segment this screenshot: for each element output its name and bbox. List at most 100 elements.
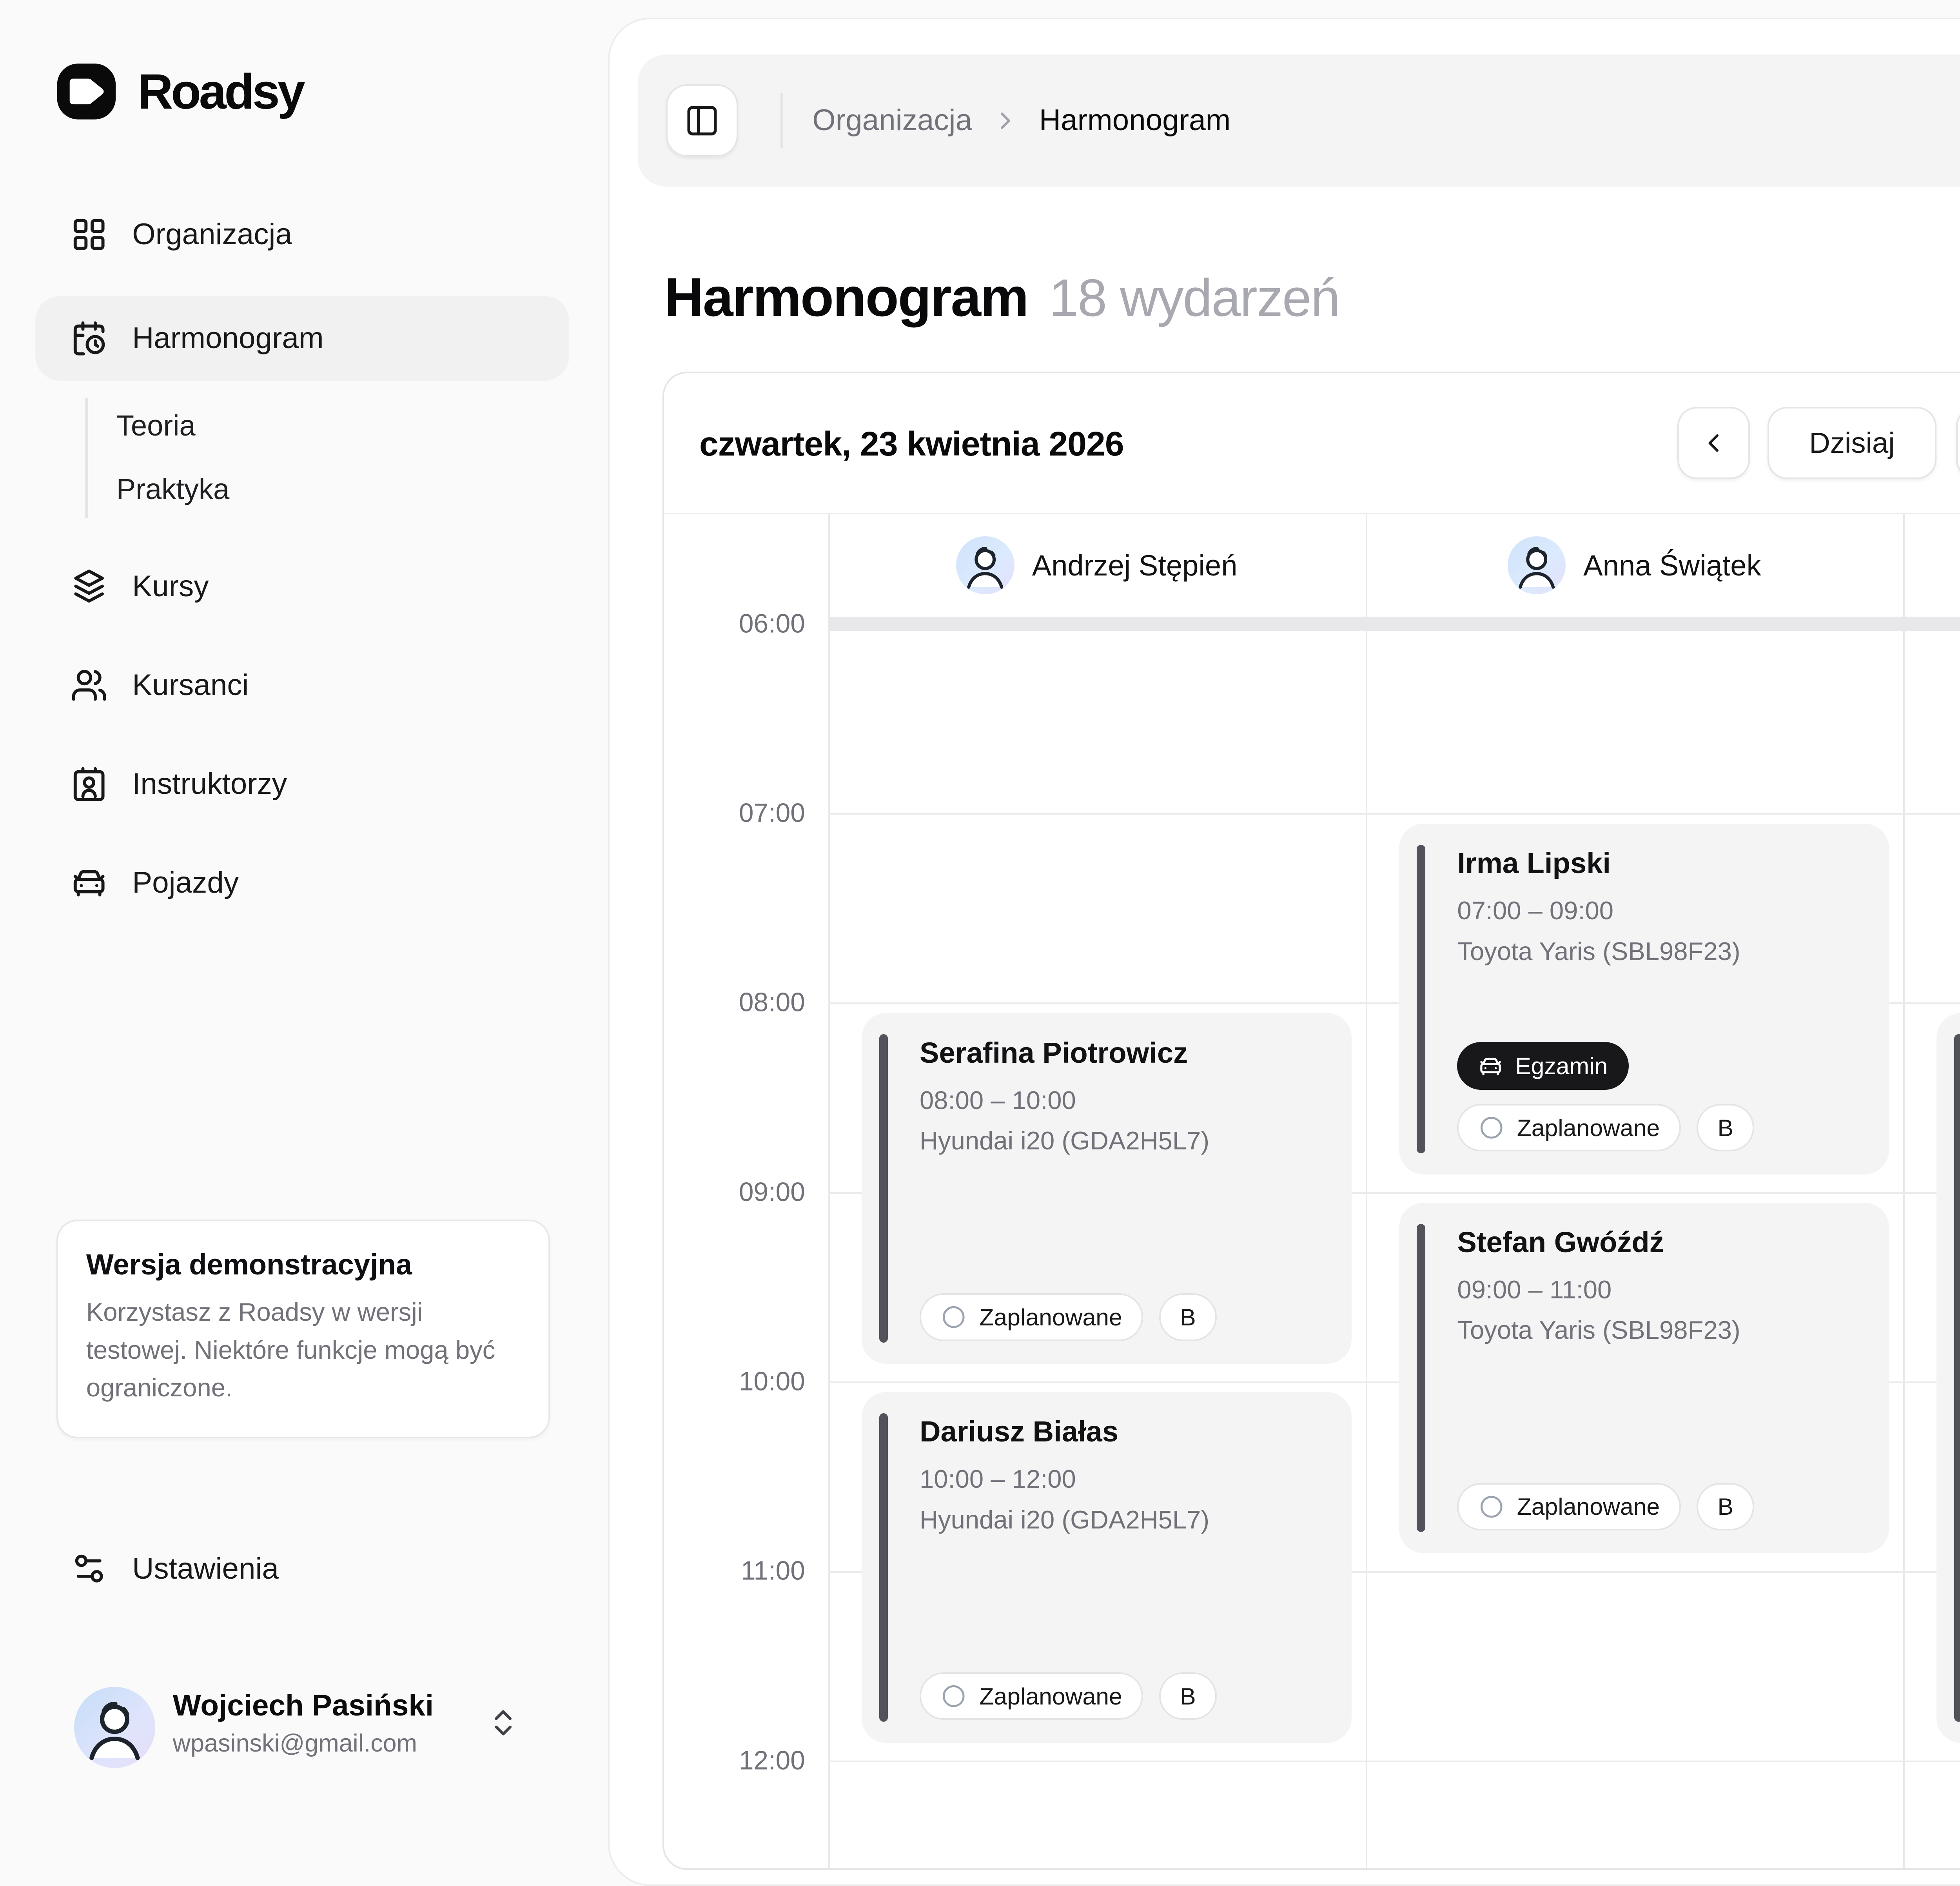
sidebar-item-harmonogram[interactable]: Harmonogram: [35, 296, 569, 381]
topbar-divider: [780, 93, 783, 148]
today-button[interactable]: Dzisiaj: [1768, 407, 1937, 479]
exam-badge: Egzamin: [1457, 1042, 1628, 1089]
panel-left-icon: [684, 103, 720, 138]
instructor-avatar: [1508, 536, 1566, 594]
user-menu[interactable]: Wojciech Pasiński wpasinski@gmail.com: [53, 1683, 573, 1782]
main-content: Organizacja Harmonogram Harmonogram 18 w…: [608, 18, 1960, 1886]
calendar-clock-icon: [71, 320, 107, 357]
event-count: 18 wydarzeń: [1049, 267, 1339, 328]
status-badge: Zaplanowane: [1457, 1104, 1681, 1151]
sidebar-subnav: TeoriaPraktyka: [85, 395, 569, 521]
event-student-name: Serafina Piotrowicz: [920, 1036, 1188, 1069]
sidebar-nav: Organizacja Harmonogram TeoriaPraktyka Kurs…: [35, 198, 569, 944]
sidebar-item-settings[interactable]: Ustawienia: [35, 1532, 569, 1606]
sidebar-item-label: Kursy: [132, 569, 209, 604]
event-time-range: 08:00 – 10:00: [920, 1085, 1076, 1115]
sidebar-item-kursy[interactable]: Kursy: [35, 550, 569, 624]
event-vehicle: Hyundai i20 (GDA2H5L7): [920, 1126, 1209, 1155]
event-vehicle: Hyundai i20 (GDA2H5L7): [920, 1505, 1209, 1534]
circle-icon: [940, 1304, 967, 1330]
demo-notice-title: Wersja demonstracyjna: [86, 1248, 520, 1281]
event-color-bar: [1417, 1224, 1425, 1532]
hour-label: 06:00: [664, 608, 805, 639]
hour-label: 11:00: [664, 1556, 805, 1586]
category-badge: B: [1697, 1483, 1754, 1530]
hour-label: 08:00: [664, 987, 805, 1018]
sidebar: Roadsy Organizacja Harmonogram TeoriaPrakt…: [0, 0, 608, 1822]
roadsy-logo-icon: [53, 58, 120, 125]
grid-icon: [71, 216, 107, 253]
sliders-icon: [71, 1550, 107, 1587]
event-color-bar: [1417, 845, 1425, 1153]
sidebar-item-label: Kursanci: [132, 668, 249, 702]
breadcrumb-organizacja[interactable]: Organizacja: [812, 103, 972, 138]
day-view: czwartek, 23 kwietnia 2026 Dzisiaj 06:00…: [662, 372, 1960, 1870]
event-color-bar: [879, 1034, 888, 1343]
app: Roadsy Organizacja Harmonogram TeoriaPrakt…: [0, 0, 1960, 1822]
page-header: Harmonogram 18 wydarzeń: [664, 266, 1339, 329]
hour-label: 10:00: [664, 1367, 805, 1397]
topbar: Organizacja Harmonogram: [638, 54, 1960, 187]
event-card[interactable]: Irma Lipski07:00 – 09:00Toyota Yaris (SB…: [1399, 824, 1889, 1174]
sidebar-item-label: Instruktorzy: [132, 767, 287, 801]
status-badge: Zaplanowane: [920, 1672, 1143, 1720]
id-card-icon: [71, 766, 107, 802]
brand-logo[interactable]: Roadsy: [53, 58, 303, 125]
circle-icon: [1478, 1115, 1504, 1141]
event-vehicle: Toyota Yaris (SBL98F23): [1457, 1315, 1740, 1345]
grid-header-band: [828, 617, 1960, 631]
event-badge-row: Zaplanowane B: [920, 1672, 1217, 1720]
event-badge-row: ZaplanowaneB: [1457, 1483, 1754, 1530]
event-time-range: 09:00 – 11:00: [1457, 1275, 1612, 1304]
event-time-range: 07:00 – 09:00: [1457, 896, 1613, 925]
event-time-range: 10:00 – 12:00: [920, 1464, 1076, 1494]
breadcrumb-harmonogram: Harmonogram: [1039, 103, 1230, 138]
sidebar-item-kursanci[interactable]: Kursanci: [35, 648, 569, 722]
instructor-column-name: Anna Świątek: [1583, 549, 1761, 582]
hour-line: [828, 813, 1960, 815]
layers-icon: [71, 568, 107, 605]
instructor-column-name: Andrzej Stępień: [1032, 549, 1238, 582]
sidebar-item-label: Organizacja: [132, 217, 292, 252]
sidebar-toggle-button[interactable]: [666, 84, 738, 156]
event-card[interactable]: Stefan Gwóźdź 09:00 – 11:00 Toyota Yaris (…: [1399, 1203, 1889, 1554]
hour-label: 09:00: [664, 1177, 805, 1207]
sidebar-item-pojazdy[interactable]: Pojazdy: [35, 846, 569, 920]
demo-notice-body: Korzystasz z Roadsy w wersji testowej. N…: [86, 1293, 520, 1407]
breadcrumb: Organizacja Harmonogram: [812, 54, 1230, 187]
column-header: Anna Świątek: [1366, 514, 1903, 617]
users-icon: [71, 667, 107, 704]
category-badge: B: [1159, 1672, 1217, 1720]
event-badge-row: Zaplanowane B: [920, 1293, 1217, 1341]
user-name: Wojciech Pasiński: [173, 1688, 434, 1723]
event-card[interactable]: Laure08:00 –Kia RiZ: [1936, 1013, 1960, 1743]
event-student-name: Stefan Gwóźdź: [1457, 1225, 1664, 1259]
category-badge: B: [1697, 1104, 1754, 1151]
sidebar-subitem-teoria[interactable]: Teoria: [116, 395, 570, 458]
category-badge: B: [1159, 1293, 1217, 1341]
event-card[interactable]: Serafina Piotrowicz 08:00 – 10:00 Hyundai …: [862, 1013, 1352, 1364]
event-color-bar: [1954, 1034, 1960, 1722]
chevrons-up-down-icon: [486, 1706, 520, 1739]
user-avatar: [74, 1687, 155, 1768]
chevron-left-icon: [1699, 428, 1728, 458]
event-vehicle: Toyota Yaris (SBL98F23): [1457, 937, 1740, 966]
sidebar-item-organizacja[interactable]: Organizacja: [35, 198, 569, 272]
sidebar-item-label: Pojazdy: [132, 866, 239, 900]
prev-day-button[interactable]: [1677, 407, 1749, 479]
instructor-avatar: [956, 536, 1014, 594]
event-badge-row: Zaplanowane B: [1457, 1104, 1754, 1151]
chevron-right-icon: [991, 107, 1020, 135]
event-card[interactable]: Dariusz Białas10:00 – 12:00Hyundai i20 (…: [862, 1392, 1352, 1743]
hour-line: [828, 1761, 1960, 1762]
event-exam-row: Egzamin: [1457, 1042, 1628, 1089]
event-color-bar: [879, 1413, 888, 1722]
next-day-button[interactable]: [1956, 407, 1960, 479]
column-header: [1903, 514, 1960, 617]
sidebar-item-instruktorzy[interactable]: Instruktorzy: [35, 747, 569, 821]
hour-label: 07:00: [664, 798, 805, 828]
sidebar-subitem-praktyka[interactable]: Praktyka: [116, 458, 570, 521]
brand-name: Roadsy: [138, 63, 303, 120]
status-badge: Zaplanowane: [920, 1293, 1143, 1341]
settings-label: Ustawienia: [132, 1552, 279, 1586]
